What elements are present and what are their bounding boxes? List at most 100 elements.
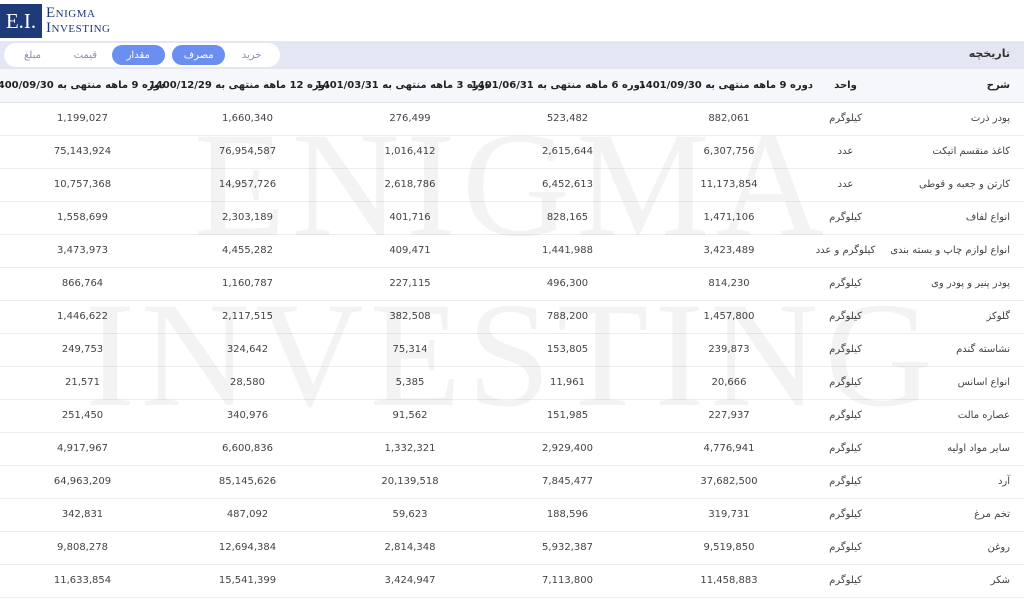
cell-unit: کیلوگرم: [813, 399, 878, 433]
table-row[interactable]: 11,633,854 15,541,399 3,424,947 7,113,800 11…: [0, 564, 1024, 598]
cell-1401-03: 1,332,321: [330, 432, 490, 466]
cell-1401-03: 227,115: [330, 267, 490, 301]
cell-description: انواع اسانس: [878, 366, 1024, 400]
history-title: تاریخچه: [968, 47, 1010, 60]
cell-1401-09: 9,519,850: [645, 531, 813, 565]
table-row[interactable]: 75,143,924 76,954,587 1,016,412 2,615,644 6,…: [0, 135, 1024, 169]
table-body: 1,199,027 1,660,340 276,499 523,482 882,061 ک…: [0, 102, 1024, 598]
tab-quantity[interactable]: مقدار: [111, 45, 165, 65]
cell-1401-03: 75,314: [330, 333, 490, 367]
col-header-unit[interactable]: واحد: [813, 69, 878, 103]
cell-1400-12: 85,145,626: [165, 465, 330, 499]
cell-1401-03: 91,562: [330, 399, 490, 433]
col-header-1400-12[interactable]: دوره 12 ماهه منتهی به 1400/12/29: [149, 69, 330, 103]
cell-unit: کیلوگرم: [813, 102, 878, 136]
cell-1401-09: 6,307,756: [645, 135, 813, 169]
cell-1400-12: 324,642: [165, 333, 330, 367]
view-tabs: مبلغ قیمت مقدار مصرف خرید: [4, 43, 280, 67]
tab-price[interactable]: قیمت: [59, 45, 112, 65]
cell-1401-06: 2,929,400: [490, 432, 645, 466]
cell-unit: کیلوگرم: [813, 201, 878, 235]
cell-1400-09: 10,757,368: [0, 168, 165, 202]
cell-1400-12: 2,303,189: [165, 201, 330, 235]
cell-1401-09: 814,230: [645, 267, 813, 301]
cell-1401-06: 523,482: [490, 102, 645, 136]
cell-unit: کیلوگرم: [813, 531, 878, 565]
cell-1401-03: 20,139,518: [330, 465, 490, 499]
logo-name-line2: Investing: [46, 20, 111, 36]
cell-unit: کیلوگرم و عدد: [813, 234, 878, 268]
cell-1400-12: 2,117,515: [165, 300, 330, 334]
col-header-1401-09[interactable]: دوره 9 ماهه منتهی به 1401/09/30: [639, 69, 813, 103]
cell-1401-09: 319,731: [645, 498, 813, 532]
col-header-1401-06[interactable]: دوره 6 ماهه منتهی به 1401/06/31: [471, 69, 645, 103]
cell-1401-06: 496,300: [490, 267, 645, 301]
cell-description: تخم مرغ: [878, 498, 1024, 532]
cell-1401-03: 401,716: [330, 201, 490, 235]
brand-logo[interactable]: E.I. Enigma Investing: [0, 4, 111, 38]
cell-1400-12: 1,160,787: [165, 267, 330, 301]
table-row[interactable]: 1,446,622 2,117,515 382,508 788,200 1,457,80…: [0, 300, 1024, 334]
cell-1401-06: 153,805: [490, 333, 645, 367]
cell-1401-03: 409,471: [330, 234, 490, 268]
cell-1400-12: 15,541,399: [165, 564, 330, 598]
cell-1401-03: 276,499: [330, 102, 490, 136]
table-row[interactable]: 64,963,209 85,145,626 20,139,518 7,845,477 3…: [0, 465, 1024, 499]
table-row[interactable]: 9,808,278 12,694,384 2,814,348 5,932,387 9,5…: [0, 531, 1024, 565]
cell-description: گلوکز: [878, 300, 1024, 334]
cell-1400-12: 487,092: [165, 498, 330, 532]
table-row[interactable]: 1,199,027 1,660,340 276,499 523,482 882,061 ک…: [0, 102, 1024, 136]
cell-1400-09: 1,446,622: [0, 300, 165, 334]
col-header-1400-09[interactable]: دوره 9 ماهه منتهی به 1400/09/30: [0, 69, 165, 103]
cell-unit: کیلوگرم: [813, 333, 878, 367]
cell-1401-06: 7,845,477: [490, 465, 645, 499]
cell-1400-09: 251,450: [0, 399, 165, 433]
cell-1400-12: 12,694,384: [165, 531, 330, 565]
cell-1401-03: 2,618,786: [330, 168, 490, 202]
cell-1400-12: 76,954,587: [165, 135, 330, 169]
cell-1401-09: 882,061: [645, 102, 813, 136]
tab-consumption[interactable]: مصرف: [172, 45, 226, 65]
table-row[interactable]: 21,571 28,580 5,385 11,961 20,666 کیلوگرم انوا…: [0, 366, 1024, 400]
cell-1400-12: 4,455,282: [165, 234, 330, 268]
cell-unit: کیلوگرم: [813, 300, 878, 334]
cell-unit: کیلوگرم: [813, 465, 878, 499]
tab-amount[interactable]: مبلغ: [6, 45, 59, 65]
cell-description: نشاسته گندم: [878, 333, 1024, 367]
cell-description: کاغذ منقسم اتیکت: [878, 135, 1024, 169]
cell-1401-09: 1,457,800: [645, 300, 813, 334]
col-header-description[interactable]: شرح: [878, 69, 1024, 103]
cell-description: پودر ذرت: [878, 102, 1024, 136]
cell-1401-06: 6,452,613: [490, 168, 645, 202]
cell-1400-09: 4,917,967: [0, 432, 165, 466]
cell-1401-06: 1,441,988: [490, 234, 645, 268]
logo-name-line1: Enigma: [46, 5, 96, 21]
cell-1400-09: 11,633,854: [0, 564, 165, 598]
cell-1401-06: 5,932,387: [490, 531, 645, 565]
cell-unit: کیلوگرم: [813, 498, 878, 532]
tab-purchase[interactable]: خرید: [225, 45, 278, 65]
col-header-1401-03[interactable]: دوره 3 ماهه منتهی به 1401/03/31: [316, 69, 490, 103]
cell-1401-06: 7,113,800: [490, 564, 645, 598]
cell-unit: کیلوگرم: [813, 432, 878, 466]
table-row[interactable]: 342,831 487,092 59,623 188,596 319,731 کیلوگر…: [0, 498, 1024, 532]
cell-1401-03: 382,508: [330, 300, 490, 334]
table-row[interactable]: 3,473,973 4,455,282 409,471 1,441,988 3,423,…: [0, 234, 1024, 268]
table-row[interactable]: 249,753 324,642 75,314 153,805 239,873 کیلوگر…: [0, 333, 1024, 367]
cell-description: انواع لوازم چاپ و بسته بندی: [878, 234, 1024, 268]
cell-1401-03: 2,814,348: [330, 531, 490, 565]
cell-1400-09: 9,808,278: [0, 531, 165, 565]
cell-unit: عدد: [813, 168, 878, 202]
cell-description: انواع لفاف: [878, 201, 1024, 235]
table-row[interactable]: 10,757,368 14,957,726 2,618,786 6,452,613 11…: [0, 168, 1024, 202]
table-row[interactable]: 1,558,699 2,303,189 401,716 828,165 1,471,10…: [0, 201, 1024, 235]
logo-initials: E.I.: [0, 4, 42, 38]
table-header-row: دوره 9 ماهه منتهی به 1400/09/30 دوره 12 …: [0, 69, 1024, 103]
cell-description: عصاره مالت: [878, 399, 1024, 433]
cell-description: آرد: [878, 465, 1024, 499]
table-row[interactable]: 866,764 1,160,787 227,115 496,300 814,230 کیل…: [0, 267, 1024, 301]
table-row[interactable]: 4,917,967 6,600,836 1,332,321 2,929,400 4,77…: [0, 432, 1024, 466]
cell-1401-06: 11,961: [490, 366, 645, 400]
cell-1401-06: 2,615,644: [490, 135, 645, 169]
table-row[interactable]: 251,450 340,976 91,562 151,985 227,937 کیلوگر…: [0, 399, 1024, 433]
